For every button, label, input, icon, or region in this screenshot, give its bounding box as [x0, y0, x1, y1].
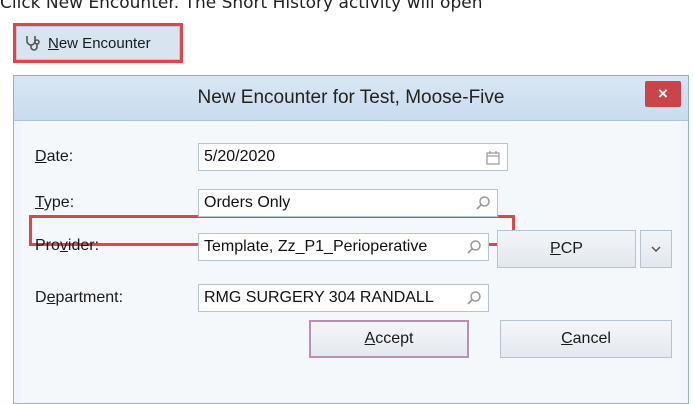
provider-field[interactable]: Template, Zz_P1_Perioperative — [198, 233, 489, 261]
cancel-button[interactable]: Cancel — [500, 320, 672, 358]
department-value: RMG SURGERY 304 RANDALL — [204, 289, 434, 306]
date-label: Date: — [35, 148, 74, 165]
date-value: 5/20/2020 — [204, 148, 276, 165]
close-icon: × — [658, 84, 668, 103]
provider-label: Provider: — [35, 237, 100, 254]
type-field[interactable]: Orders Only — [198, 189, 498, 217]
date-field[interactable]: 5/20/2020 — [198, 143, 508, 171]
search-icon[interactable] — [463, 287, 485, 309]
chevron-down-icon — [651, 240, 661, 258]
search-icon[interactable] — [463, 236, 485, 258]
new-encounter-label: New Encounter — [48, 34, 151, 52]
accept-button[interactable]: Accept — [309, 320, 469, 358]
calendar-icon[interactable] — [482, 146, 504, 168]
department-label: Department: — [35, 289, 124, 306]
stethoscope-icon — [24, 34, 42, 52]
type-value: Orders Only — [204, 194, 291, 211]
instruction-text: Click New Encounter. The Short History a… — [0, 0, 483, 13]
pcp-dropdown-button[interactable] — [640, 230, 672, 268]
new-encounter-button[interactable]: New Encounter — [13, 23, 183, 63]
type-label: Type: — [35, 194, 75, 211]
dialog-title: New Encounter for Test, Moose-Five — [14, 76, 688, 121]
provider-value: Template, Zz_P1_Perioperative — [204, 238, 428, 255]
close-button[interactable]: × — [645, 81, 681, 107]
department-field[interactable]: RMG SURGERY 304 RANDALL — [198, 284, 489, 312]
pcp-button[interactable]: P CP — [497, 230, 636, 268]
search-icon[interactable] — [472, 192, 494, 214]
